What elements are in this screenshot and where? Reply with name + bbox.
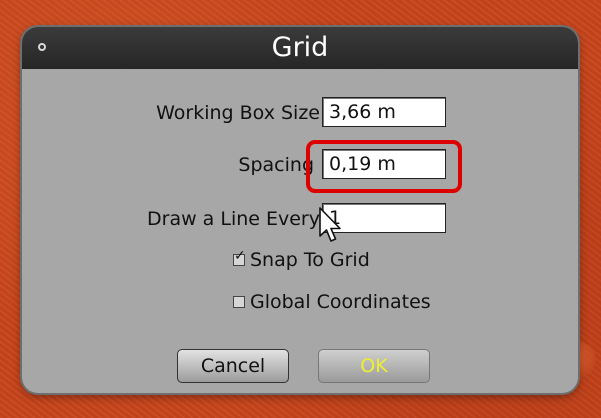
- snap-to-grid-row[interactable]: ✓ Snap To Grid: [233, 249, 370, 271]
- global-coordinates-row[interactable]: Global Coordinates: [233, 291, 431, 313]
- global-coordinates-label: Global Coordinates: [250, 291, 431, 313]
- mouse-pointer-icon: [319, 207, 341, 242]
- title-bar[interactable]: Grid: [22, 27, 578, 69]
- snap-to-grid-checkbox[interactable]: ✓: [233, 249, 246, 266]
- spacing-label: Spacing: [238, 154, 314, 176]
- spacing-input[interactable]: [322, 149, 446, 179]
- checkmark-icon: ✓: [234, 248, 246, 264]
- grid-dialog: Grid Working Box Size Spacing Draw a Lin…: [22, 27, 578, 393]
- working-box-size-input[interactable]: [322, 97, 446, 127]
- working-box-size-label: Working Box Size: [156, 102, 320, 124]
- ok-button[interactable]: OK: [318, 349, 430, 383]
- cancel-button[interactable]: Cancel: [177, 349, 289, 383]
- snap-to-grid-label: Snap To Grid: [250, 249, 370, 271]
- draw-line-every-label: Draw a Line Every: [147, 208, 320, 230]
- dialog-title: Grid: [271, 32, 329, 63]
- global-coordinates-checkbox[interactable]: [233, 296, 245, 308]
